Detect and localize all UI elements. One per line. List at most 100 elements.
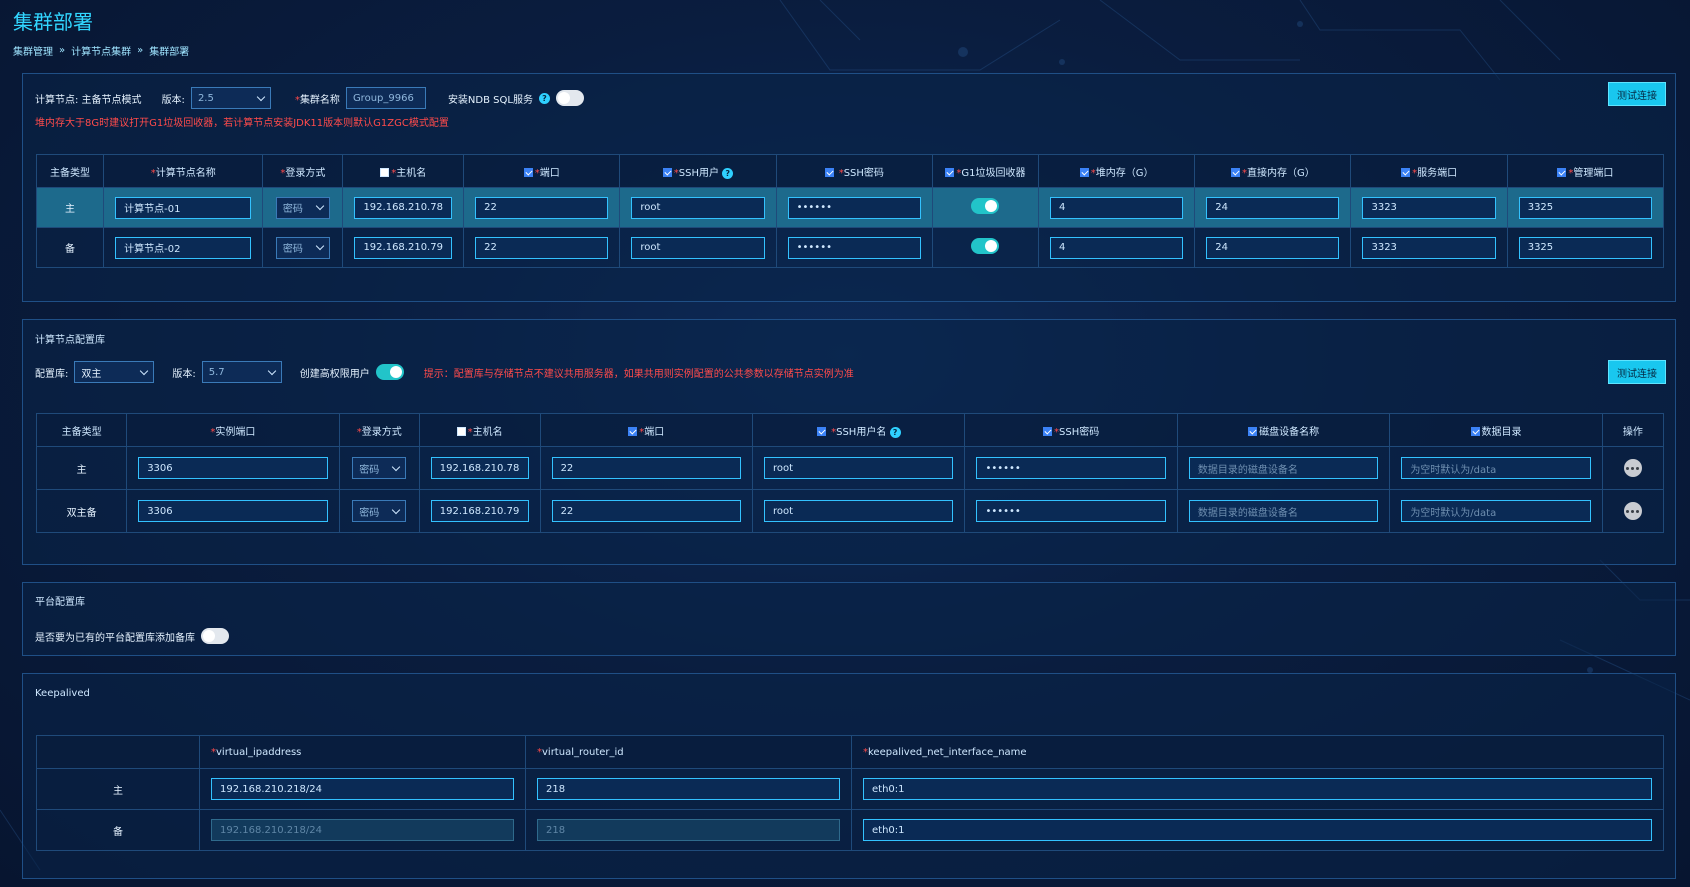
- table-header-row: 主备类型 *实例端口 *登录方式 *主机名 *端口 *SSH用户名 ? *SSH…: [35, 413, 1665, 447]
- port-input[interactable]: 22: [475, 236, 609, 259]
- col-instance-port: 实例端口: [215, 426, 256, 438]
- col-ssh-pwd: SSH密码: [1059, 426, 1100, 438]
- port-input[interactable]: 22: [551, 457, 741, 479]
- g1-toggle[interactable]: [971, 238, 1000, 254]
- ndb-sql-toggle[interactable]: [555, 90, 584, 106]
- keepalived-table: *virtual_ipaddress *virtual_router_id *k…: [36, 735, 1664, 851]
- instance-port-input[interactable]: 3306: [138, 500, 328, 522]
- direct-checkbox[interactable]: [1230, 167, 1240, 177]
- col-heap: 堆内存（G）: [1095, 167, 1154, 179]
- table-header-row: *virtual_ipaddress *virtual_router_id *k…: [36, 735, 1664, 769]
- more-options-icon[interactable]: [1623, 502, 1642, 520]
- breadcrumb-item-cluster-management[interactable]: 集群管理: [13, 43, 53, 58]
- config-db-label: 配置库:: [35, 368, 69, 380]
- disk-device-input[interactable]: 数据目录的磁盘设备名: [1188, 457, 1379, 479]
- help-icon[interactable]: ?: [722, 167, 734, 179]
- router-id-input[interactable]: 218: [537, 778, 840, 800]
- col-dir: 数据目录: [1481, 426, 1522, 438]
- ssh-pwd-checkbox[interactable]: [824, 167, 834, 177]
- config-db-select[interactable]: 双主: [74, 361, 155, 383]
- ssh-user-checkbox[interactable]: [662, 167, 672, 177]
- ssh-user-input[interactable]: root: [764, 457, 954, 479]
- heap-input[interactable]: 4: [1050, 196, 1184, 219]
- heap-input[interactable]: 4: [1050, 236, 1184, 259]
- manage-port-input[interactable]: 3325: [1518, 236, 1652, 259]
- col-host: 主机名: [472, 426, 503, 438]
- node-name-input[interactable]: 计算节点-01: [115, 196, 252, 219]
- db-version-select[interactable]: 5.7: [201, 361, 282, 383]
- cluster-name-input[interactable]: Group_9966: [345, 87, 426, 109]
- ssh-password-input[interactable]: ••••••: [976, 500, 1166, 522]
- port-checkbox[interactable]: [628, 426, 638, 436]
- instance-port-input[interactable]: 3306: [138, 457, 328, 479]
- heap-checkbox[interactable]: [1079, 167, 1089, 177]
- node-name-input[interactable]: 计算节点-02: [115, 236, 252, 259]
- ssh-pwd-checkbox[interactable]: [1043, 426, 1053, 436]
- config-db-title: 计算节点配置库: [35, 335, 105, 346]
- ssh-user-input[interactable]: root: [631, 236, 765, 259]
- host-input[interactable]: 192.168.210.78: [354, 196, 453, 219]
- host-checkbox[interactable]: [380, 167, 390, 177]
- virtual-ip-input-disabled: 192.168.210.218/24: [211, 819, 514, 841]
- interface-name-input[interactable]: eth0:1: [863, 819, 1652, 841]
- ssh-user-input[interactable]: root: [631, 196, 765, 219]
- virtual-ip-input[interactable]: 192.168.210.218/24: [211, 778, 514, 800]
- g1-checkbox[interactable]: [945, 167, 955, 177]
- page-title: 集群部署: [13, 10, 93, 34]
- ssh-user-checkbox[interactable]: [816, 426, 826, 436]
- test-connection-button[interactable]: 测试连接: [1608, 360, 1666, 384]
- login-select[interactable]: 密码: [352, 500, 407, 522]
- more-options-icon[interactable]: [1623, 459, 1642, 477]
- platform-backup-toggle[interactable]: [201, 628, 229, 644]
- direct-memory-input[interactable]: 24: [1206, 196, 1340, 219]
- platform-config-title: 平台配置库: [35, 597, 85, 608]
- manage-port-checkbox[interactable]: [1557, 167, 1567, 177]
- ssh-user-input[interactable]: root: [764, 500, 954, 522]
- data-dir-input[interactable]: 为空时默认为/data: [1401, 500, 1591, 522]
- row-type: 备: [36, 809, 200, 851]
- table-row: 主 计算节点-01 密码 192.168.210.78 22 root ••••…: [35, 187, 1665, 228]
- keepalived-panel: Keepalived *virtual_ipaddress *virtual_r…: [22, 673, 1676, 879]
- login-select[interactable]: 密码: [352, 457, 407, 479]
- col-virtual-ip: virtual_ipaddress: [216, 746, 302, 758]
- col-login: 登录方式: [361, 426, 402, 438]
- ssh-password-input[interactable]: ••••••: [787, 236, 921, 259]
- help-icon[interactable]: ?: [889, 426, 901, 438]
- port-input[interactable]: 22: [475, 196, 609, 219]
- direct-memory-input[interactable]: 24: [1206, 236, 1340, 259]
- version-select[interactable]: 2.5: [190, 87, 271, 109]
- row-type: 双主备: [35, 489, 128, 533]
- col-manage-port: 管理端口: [1573, 167, 1614, 179]
- data-dir-input[interactable]: 为空时默认为/data: [1401, 457, 1591, 479]
- test-connection-button[interactable]: 测试连接: [1608, 82, 1666, 106]
- g1-toggle[interactable]: [971, 198, 1000, 214]
- service-port-checkbox[interactable]: [1401, 167, 1411, 177]
- manage-port-input[interactable]: 3325: [1518, 196, 1652, 219]
- host-input[interactable]: 192.168.210.79: [354, 236, 453, 259]
- ssh-password-input[interactable]: ••••••: [976, 457, 1166, 479]
- version-label: 版本:: [161, 94, 185, 106]
- breadcrumb-item-compute-cluster[interactable]: 计算节点集群: [71, 43, 131, 58]
- create-user-toggle[interactable]: [375, 364, 404, 380]
- config-db-panel: 计算节点配置库 配置库: 双主 版本: 5.7 创建高权限用户 提示：配置库与存…: [22, 319, 1676, 565]
- port-checkbox[interactable]: [523, 167, 533, 177]
- login-select[interactable]: 密码: [275, 236, 330, 259]
- interface-name-input[interactable]: eth0:1: [863, 778, 1652, 800]
- service-port-input[interactable]: 3323: [1362, 236, 1496, 259]
- help-icon[interactable]: ?: [538, 92, 550, 104]
- port-input[interactable]: 22: [551, 500, 741, 522]
- breadcrumb: 集群管理 » 计算节点集群 » 集群部署: [13, 43, 189, 58]
- disk-checkbox[interactable]: [1248, 426, 1258, 436]
- disk-device-input[interactable]: 数据目录的磁盘设备名: [1188, 500, 1379, 522]
- login-select[interactable]: 密码: [275, 196, 330, 219]
- host-input[interactable]: 192.168.210.79: [430, 500, 529, 522]
- col-port: 端口: [539, 167, 560, 179]
- chevron-down-icon: [315, 201, 325, 211]
- col-type: 主备类型: [35, 154, 105, 188]
- dir-checkbox[interactable]: [1470, 426, 1480, 436]
- host-checkbox[interactable]: [456, 426, 466, 436]
- router-id-input-disabled: 218: [537, 819, 840, 841]
- ssh-password-input[interactable]: ••••••: [787, 196, 921, 219]
- service-port-input[interactable]: 3323: [1362, 196, 1496, 219]
- host-input[interactable]: 192.168.210.78: [430, 457, 529, 479]
